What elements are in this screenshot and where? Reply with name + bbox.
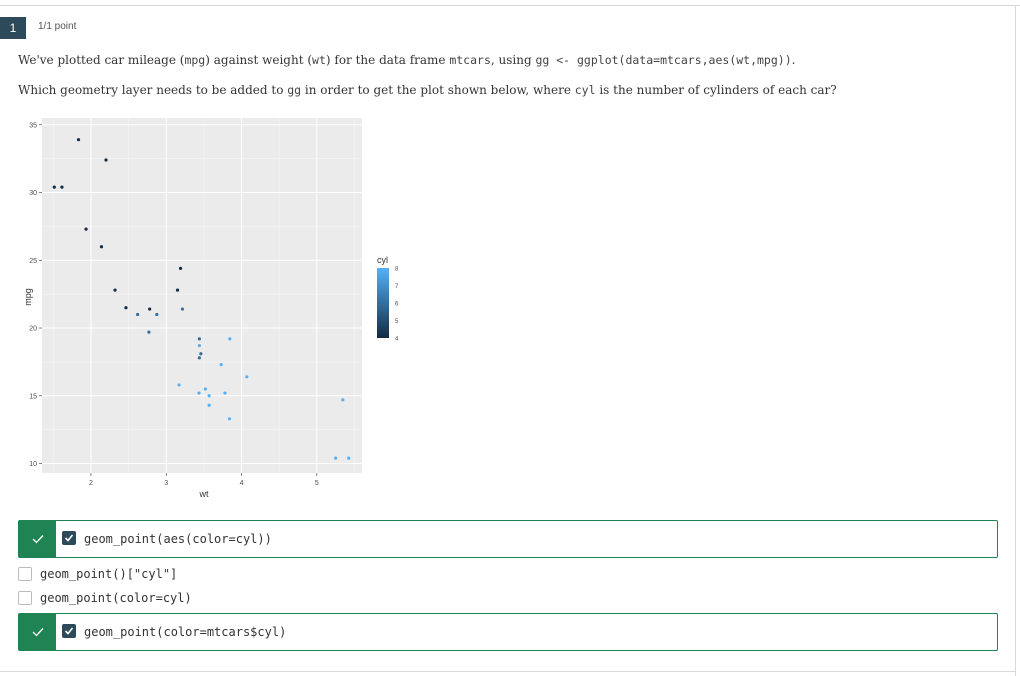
data-point (84, 227, 88, 231)
legend-label: 6 (395, 302, 399, 308)
data-point (245, 375, 249, 379)
checkbox-check-icon (64, 627, 74, 635)
data-point (207, 403, 211, 407)
question-text-line-2: Which geometry layer needs to be added t… (18, 83, 837, 97)
legend-label: 4 (395, 337, 399, 343)
data-point (219, 363, 223, 367)
correct-status (19, 521, 56, 557)
option-4-correct[interactable]: geom_point(color=mtcars$cyl) (18, 613, 998, 651)
option-2-label: geom_point()["cyl"] (40, 567, 178, 581)
y-tick-label: 15 (29, 393, 37, 400)
option-1-checkbox[interactable] (62, 531, 76, 545)
option-1-label: geom_point(aes(color=cyl)) (84, 532, 272, 546)
question-points: 1/1 point (38, 21, 77, 32)
data-point (99, 245, 104, 249)
data-point (113, 288, 117, 292)
x-tick-label: 5 (315, 480, 319, 487)
data-point (136, 312, 140, 317)
question-number: 1 (0, 17, 26, 39)
data-point (147, 330, 151, 334)
data-point (60, 185, 64, 189)
data-point (197, 344, 201, 348)
correct-status (19, 614, 56, 650)
y-tick-label: 35 (29, 122, 37, 129)
option-3-checkbox[interactable] (18, 591, 32, 605)
checkmark-icon (32, 628, 44, 637)
x-tick-label: 3 (164, 480, 168, 487)
option-2[interactable]: geom_point()["cyl"] (18, 566, 418, 584)
checkbox-check-icon (64, 534, 74, 542)
option-2-checkbox[interactable] (18, 567, 32, 581)
data-point (341, 398, 345, 402)
plot-panel (42, 118, 362, 473)
data-point (228, 337, 232, 341)
top-divider (0, 5, 1020, 6)
y-tick-label: 30 (29, 190, 37, 197)
data-point (197, 391, 201, 395)
right-divider (1015, 5, 1016, 676)
data-point (178, 266, 183, 271)
data-point (197, 337, 201, 341)
data-point (175, 288, 180, 292)
y-tick-label: 10 (29, 461, 37, 468)
data-point (227, 417, 232, 421)
option-3-label: geom_point(color=cyl) (40, 591, 192, 605)
option-1-correct[interactable]: geom_point(aes(color=cyl)) (18, 520, 998, 558)
data-point (124, 306, 128, 310)
legend-title: cyl (377, 255, 388, 265)
data-point (52, 185, 56, 189)
data-point (76, 138, 81, 142)
checkmark-icon (32, 535, 44, 544)
legend-label: 8 (395, 267, 399, 273)
y-tick-label: 25 (29, 258, 37, 265)
data-point (155, 312, 159, 317)
question-text-line-1: We've plotted car mileage (mpg) against … (18, 53, 796, 67)
data-point (104, 158, 108, 162)
scatter-plot: 2 3 4 5 10 15 20 25 30 35 wt mpg cyl 8 7 6 5 4 (23, 118, 399, 499)
bottom-divider (0, 671, 1016, 672)
data-point (207, 394, 211, 398)
data-point (180, 307, 185, 311)
data-point (177, 383, 181, 387)
legend-label: 7 (395, 284, 399, 290)
data-point (334, 456, 338, 460)
data-point (223, 391, 227, 395)
data-point (347, 456, 351, 460)
x-tick-label: 2 (89, 480, 93, 487)
legend-label: 5 (395, 319, 399, 325)
option-3[interactable]: geom_point(color=cyl) (18, 590, 418, 608)
x-axis-title: wt (199, 489, 209, 499)
data-point (199, 352, 203, 356)
data-point (203, 387, 207, 391)
y-tick-label: 20 (29, 326, 37, 333)
option-4-checkbox[interactable] (62, 624, 76, 638)
option-4-label: geom_point(color=mtcars$cyl) (84, 625, 287, 639)
data-point (148, 307, 152, 311)
color-legend: cyl 8 7 6 5 4 (377, 255, 399, 343)
data-point (197, 356, 201, 360)
legend-colorbar (377, 268, 389, 338)
x-tick-label: 4 (240, 480, 244, 487)
y-axis-title: mpg (23, 288, 33, 306)
